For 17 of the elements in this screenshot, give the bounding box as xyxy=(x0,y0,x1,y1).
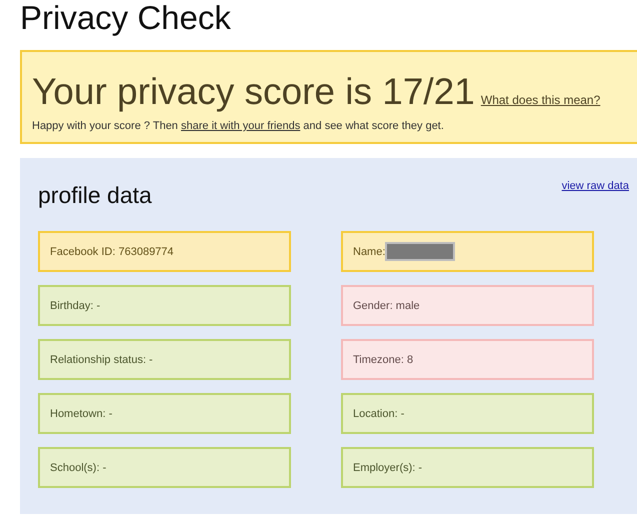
field-text: Hometown: - xyxy=(50,408,112,420)
field-text: Employer(s): - xyxy=(353,462,422,474)
field-text: Birthday: - xyxy=(50,300,100,312)
section-title: profile data xyxy=(38,181,152,210)
field-text: School(s): - xyxy=(50,462,106,474)
page-title: Privacy Check xyxy=(20,0,232,36)
help-link[interactable]: What does this mean? xyxy=(480,93,600,107)
field-text: Name: xyxy=(353,246,386,258)
field-text: Location: - xyxy=(353,408,404,420)
share-message: Happy with your score ? Then share it with your friends and see what score they get. xyxy=(32,120,445,132)
raw-data-link[interactable]: view raw data xyxy=(562,180,629,192)
field-text: Timezone: 8 xyxy=(353,354,414,366)
share-link[interactable]: share it with your friends xyxy=(181,120,300,132)
field-text: Gender: male xyxy=(353,300,420,312)
field-text: Relationship status: - xyxy=(50,354,153,366)
score-heading: Your privacy score is 17/21 xyxy=(32,70,475,114)
field-text: Facebook ID: 763089774 xyxy=(50,246,174,258)
